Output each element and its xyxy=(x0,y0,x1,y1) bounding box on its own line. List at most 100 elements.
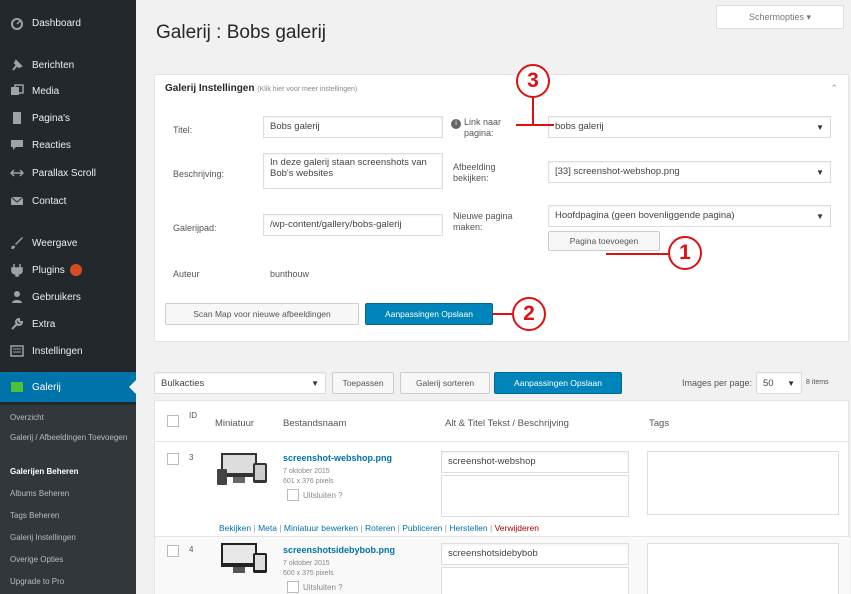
menu-item-extra[interactable]: Extra xyxy=(0,309,136,339)
preview-image-label: Afbeelding bekijken: xyxy=(453,162,496,183)
exclude-label: Uitsluiten ? xyxy=(303,583,343,592)
callout-3: 3 xyxy=(516,64,550,98)
page-title: Galerij : Bobs galerij xyxy=(156,22,327,43)
submenu-item-overige-opties[interactable]: Overige Opties xyxy=(10,555,130,565)
callout-1-line xyxy=(606,253,668,255)
save-changes-button[interactable]: Aanpassingen Opslaan xyxy=(494,372,622,394)
gallery-path-input[interactable]: /wp-content/gallery/bobs-galerij xyxy=(263,214,443,236)
link-page-select[interactable]: bobs galerij ▼ xyxy=(548,116,831,138)
menu-item-paginas[interactable]: Pagina's xyxy=(0,103,136,133)
publish-action[interactable]: Publiceren xyxy=(402,523,442,533)
galerij-submenu: Overzicht Galerij / Afbeeldingen Toevoeg… xyxy=(0,405,136,594)
save-settings-button[interactable]: Aanpassingen Opslaan xyxy=(365,303,493,325)
menu-item-media[interactable]: Media xyxy=(0,76,136,106)
menu-item-dashboard[interactable]: Dashboard xyxy=(0,8,136,38)
row-checkbox[interactable] xyxy=(167,545,179,557)
alt-text-input[interactable]: screenshotsidebybob xyxy=(441,543,629,565)
menu-item-gebruikers[interactable]: Gebruikers xyxy=(0,282,136,312)
submenu-item-albums-beheren[interactable]: Albums Beheren xyxy=(10,489,130,499)
thumbnail-image[interactable] xyxy=(215,451,273,491)
submenu-item-galerijen-beheren[interactable]: Galerijen Beheren xyxy=(10,467,130,477)
settings-box-header[interactable]: Galerij Instellingen (Klik hier voor mee… xyxy=(165,83,357,94)
link-page-value: bobs galerij xyxy=(555,121,604,132)
meta-action[interactable]: Meta xyxy=(258,523,277,533)
menu-item-reacties[interactable]: Reacties xyxy=(0,130,136,160)
per-page-value: 50 xyxy=(763,378,774,389)
title-input[interactable]: Bobs galerij xyxy=(263,116,443,138)
new-page-select[interactable]: Hoofdpagina (geen bovenliggende pagina) … xyxy=(548,205,831,227)
tags-textarea[interactable] xyxy=(647,451,839,515)
per-page-select[interactable]: 50 ▼ xyxy=(756,372,802,394)
settings-icon xyxy=(10,345,24,357)
description-label: Beschrijving: xyxy=(173,169,225,179)
exclude-label: Uitsluiten ? xyxy=(303,491,343,500)
author-label: Auteur xyxy=(173,269,200,279)
description-textarea[interactable] xyxy=(441,567,629,594)
submenu-item-toevoegen[interactable]: Galerij / Afbeeldingen Toevoegen xyxy=(10,433,130,443)
delete-action[interactable]: Verwijderen xyxy=(495,523,539,533)
select-all-checkbox[interactable] xyxy=(167,415,179,427)
edit-thumbnail-action[interactable]: Miniatuur bewerken xyxy=(284,523,358,533)
file-date: 7 oktober 2015 xyxy=(283,560,330,567)
menu-item-plugins[interactable]: Plugins xyxy=(0,255,136,285)
apply-button[interactable]: Toepassen xyxy=(332,372,394,394)
main-content: Schermopties ▾ Galerij : Bobs galerij Ga… xyxy=(136,0,851,594)
row-id: 3 xyxy=(189,453,194,462)
menu-label: Dashboard xyxy=(32,17,81,29)
gallery-icon xyxy=(11,382,23,392)
menu-item-galerij[interactable]: Galerij xyxy=(0,372,136,402)
author-value: bunthouw xyxy=(270,269,310,279)
row-checkbox[interactable] xyxy=(167,453,179,465)
submenu-item-upgrade[interactable]: Upgrade to Pro xyxy=(10,577,130,587)
add-page-button[interactable]: Pagina toevoegen xyxy=(548,231,660,251)
settings-box-title: Galerij Instellingen xyxy=(165,83,255,94)
menu-item-weergave[interactable]: Weergave xyxy=(0,228,136,258)
description-textarea[interactable]: In deze galerij staan screenshots van Bo… xyxy=(263,153,443,189)
tags-textarea[interactable] xyxy=(647,543,839,594)
bulk-actions-select[interactable]: Bulkacties ▼ xyxy=(154,372,326,394)
column-header-id[interactable]: ID xyxy=(189,411,197,420)
scan-folder-button[interactable]: Scan Map voor nieuwe afbeeldingen xyxy=(165,303,359,325)
restore-action[interactable]: Herstellen xyxy=(449,523,487,533)
filename-link[interactable]: screenshot-webshop.png xyxy=(283,453,392,463)
submenu-item-galerij-instellingen[interactable]: Galerij Instellingen xyxy=(10,533,130,543)
wrench-icon xyxy=(11,317,24,330)
per-page-label: Images per page: xyxy=(682,378,753,388)
brush-icon xyxy=(11,237,23,249)
admin-sidebar: Dashboard Berichten Media Pagina's React… xyxy=(0,0,136,594)
menu-label: Pagina's xyxy=(32,112,71,124)
collapse-arrow-icon[interactable]: ⌃ xyxy=(830,83,838,94)
gallery-path-label: Galerijpad: xyxy=(173,223,217,233)
screen-options-button[interactable]: Schermopties ▾ xyxy=(716,5,844,29)
user-icon xyxy=(12,291,22,303)
column-header-alt[interactable]: Alt & Titel Tekst / Beschrijving xyxy=(445,418,569,429)
file-dimensions: 601 x 376 pixels xyxy=(283,478,334,485)
preview-image-select[interactable]: [33] screenshot-webshop.png ▼ xyxy=(548,161,831,183)
rotate-action[interactable]: Roteren xyxy=(365,523,395,533)
menu-item-instellingen[interactable]: Instellingen xyxy=(0,336,136,366)
menu-label: Extra xyxy=(32,318,56,330)
link-page-label: Link naar pagina: xyxy=(464,117,502,138)
gallery-settings-box: Galerij Instellingen (Klik hier voor mee… xyxy=(154,74,849,342)
images-table: ID Miniatuur Bestandsnaam Alt & Titel Te… xyxy=(154,400,850,594)
menu-item-parallax-scroll[interactable]: Parallax Scroll xyxy=(0,158,136,188)
update-badge xyxy=(69,264,82,276)
alt-text-input[interactable]: screenshot-webshop xyxy=(441,451,629,473)
column-header-filename[interactable]: Bestandsnaam xyxy=(283,418,346,429)
menu-item-contact[interactable]: Contact xyxy=(0,186,136,216)
exclude-checkbox[interactable] xyxy=(287,489,299,501)
sort-gallery-button[interactable]: Galerij sorteren xyxy=(400,372,490,394)
mail-icon xyxy=(10,196,24,205)
comment-icon xyxy=(11,140,23,150)
menu-label: Gebruikers xyxy=(32,291,81,303)
thumbnail-image[interactable] xyxy=(215,541,273,581)
callout-3-line xyxy=(516,124,554,126)
exclude-checkbox[interactable] xyxy=(287,581,299,593)
description-textarea[interactable] xyxy=(441,475,629,517)
media-icon xyxy=(11,84,24,95)
new-page-label: Nieuwe pagina maken: xyxy=(453,211,513,232)
filename-link[interactable]: screenshotsidebybob.png xyxy=(283,545,395,555)
submenu-item-tags-beheren[interactable]: Tags Beheren xyxy=(10,511,130,521)
submenu-item-overzicht[interactable]: Overzicht xyxy=(10,413,130,423)
view-action[interactable]: Bekijken xyxy=(219,523,251,533)
